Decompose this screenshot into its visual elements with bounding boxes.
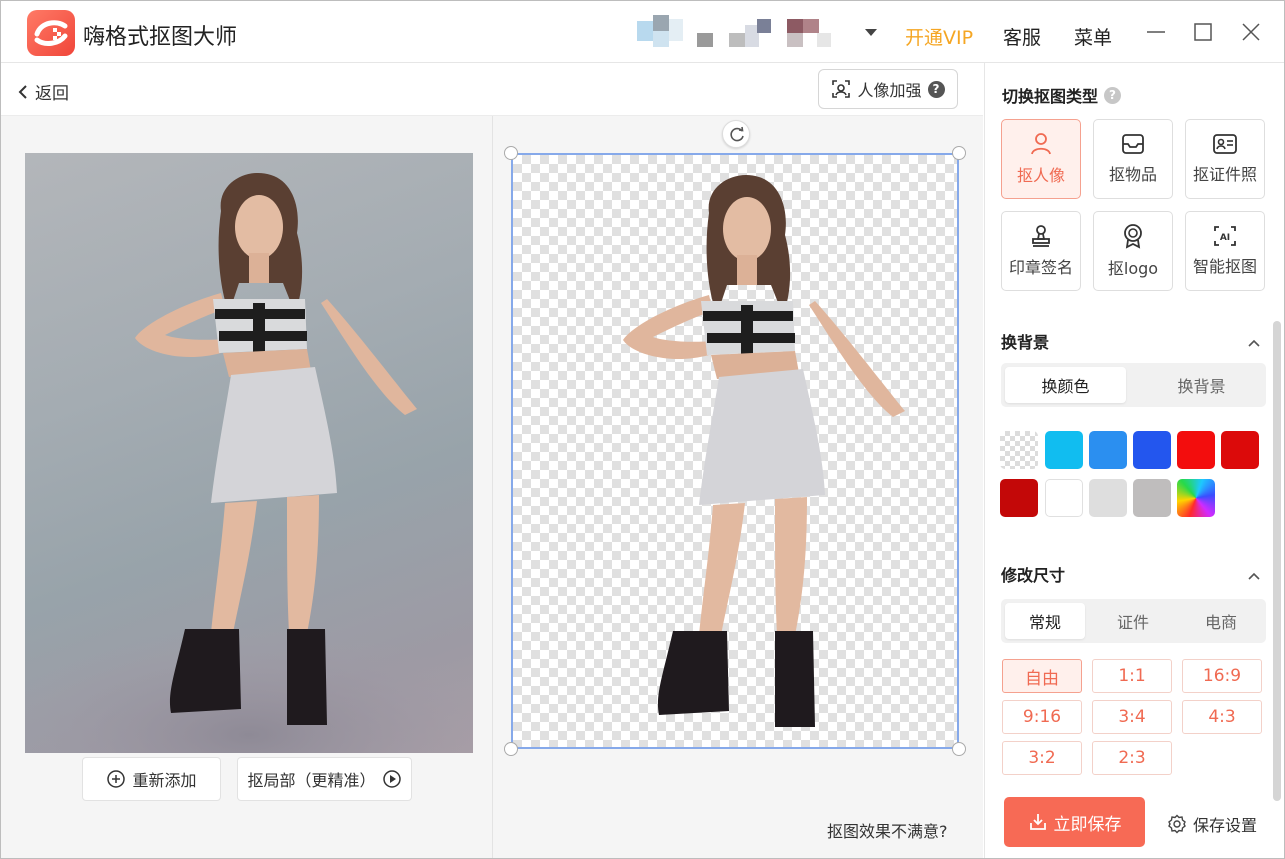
workspace-toolbar: 返回 人像加强 ?: [1, 63, 983, 116]
save-now-button[interactable]: 立即保存: [1004, 797, 1145, 847]
chevron-left-icon: [18, 84, 27, 99]
app-title: 嗨格式抠图大师: [83, 25, 238, 50]
type-label: 印章签名: [1008, 258, 1073, 277]
panel-divider: [492, 116, 493, 858]
resize-handle-top-right[interactable]: [952, 146, 966, 160]
re-add-button[interactable]: 重新添加: [82, 757, 221, 801]
resize-handle-bottom-right[interactable]: [952, 742, 966, 756]
resize-tabs: 常规 证件 电商: [1001, 599, 1266, 643]
swatch-gray[interactable]: [1133, 479, 1171, 517]
background-tabs: 换颜色 换背景: [1001, 363, 1266, 407]
unsatisfied-link[interactable]: 抠图效果不满意?: [827, 818, 948, 842]
plus-circle-icon: [107, 770, 126, 788]
type-label: 抠人像: [1016, 166, 1065, 185]
re-add-label: 重新添加: [132, 771, 197, 790]
tab-general[interactable]: 常规: [1005, 603, 1085, 639]
swatch-white[interactable]: [1045, 479, 1083, 517]
title-bar: 嗨格式抠图大师 开通VIP 客服 菜单: [1, 1, 1284, 63]
app-window: 嗨格式抠图大师 开通VIP 客服 菜单 返回 人像加强 ? 重新添加 抠局部（更…: [0, 0, 1285, 859]
ratio-16-9[interactable]: 16:9: [1182, 659, 1262, 693]
back-button[interactable]: 返回: [17, 79, 69, 104]
cutout-type-title: 切换抠图类型: [1002, 87, 1099, 106]
swatch-sky-blue[interactable]: [1045, 431, 1083, 469]
cutout-person-illustration: [623, 174, 905, 727]
partial-label: 抠局部（更精准）: [247, 771, 376, 790]
swatch-dark-red[interactable]: [1000, 479, 1038, 517]
original-person-illustration: [25, 172, 473, 753]
service-link[interactable]: 客服: [1003, 23, 1041, 50]
resize-handle-top-left[interactable]: [504, 146, 518, 160]
cutout-type-section: 切换抠图类型 ?: [1002, 83, 1122, 107]
maximize-icon[interactable]: [1190, 19, 1216, 45]
account-avatar-mosaic[interactable]: [637, 15, 851, 51]
swatch-transparent[interactable]: [1000, 431, 1038, 469]
type-label: 抠物品: [1108, 165, 1157, 184]
vip-link[interactable]: 开通VIP: [905, 23, 973, 50]
background-section-title: 换背景: [1001, 333, 1050, 352]
settings-sidebar: 切换抠图类型 ? 抠人像 抠物品 抠证件照 印章签名 抠logo AI 智能抠图…: [984, 63, 1284, 858]
swatch-light-gray[interactable]: [1089, 479, 1127, 517]
inbox-icon: [1122, 134, 1144, 154]
type-card-stamp[interactable]: 印章签名: [1001, 211, 1081, 291]
type-card-object[interactable]: 抠物品: [1093, 119, 1173, 199]
original-image: [25, 153, 473, 753]
type-label: 抠证件照: [1192, 165, 1257, 184]
id-card-icon: [1213, 134, 1237, 154]
type-label: 抠logo: [1107, 259, 1159, 278]
swatch-blue[interactable]: [1089, 431, 1127, 469]
save-settings-button[interactable]: 保存设置: [1167, 812, 1257, 836]
back-label: 返回: [35, 84, 69, 104]
save-label: 立即保存: [1053, 814, 1122, 835]
person-icon: [1031, 133, 1051, 155]
swatch-red[interactable]: [1177, 431, 1215, 469]
close-icon[interactable]: [1238, 19, 1264, 45]
account-dropdown-icon[interactable]: [865, 29, 877, 36]
ratio-3-2[interactable]: 3:2: [1002, 741, 1082, 775]
ratio-3-4[interactable]: 3:4: [1092, 700, 1172, 734]
ratio-1-1[interactable]: 1:1: [1092, 659, 1172, 693]
type-card-smart[interactable]: AI 智能抠图: [1185, 211, 1265, 291]
play-circle-icon: [382, 770, 401, 788]
swatch-custom-palette[interactable]: [1177, 479, 1215, 517]
swatch-crimson[interactable]: [1221, 431, 1259, 469]
tab-id[interactable]: 证件: [1093, 603, 1173, 639]
gear-icon: [1168, 814, 1186, 834]
rotate-icon[interactable]: [722, 120, 750, 148]
enhance-label: 人像加强: [857, 81, 922, 100]
type-card-id-photo[interactable]: 抠证件照: [1185, 119, 1265, 199]
portrait-enhance-button[interactable]: 人像加强 ?: [818, 69, 958, 109]
badge-icon: [1124, 224, 1142, 249]
chevron-up-icon[interactable]: [1247, 333, 1261, 347]
save-settings-label: 保存设置: [1193, 816, 1258, 835]
ratio-2-3[interactable]: 2:3: [1092, 741, 1172, 775]
type-card-logo[interactable]: 抠logo: [1093, 211, 1173, 291]
workspace: 返回 人像加强 ? 重新添加 抠局部（更精准） 抠图效果不满意?: [1, 63, 983, 858]
type-card-portrait[interactable]: 抠人像: [1001, 119, 1081, 199]
minimize-icon[interactable]: [1143, 19, 1169, 45]
help-icon[interactable]: ?: [1104, 86, 1122, 104]
cutout-preview[interactable]: [504, 146, 966, 756]
type-label: 智能抠图: [1192, 257, 1257, 276]
ratio-4-3[interactable]: 4:3: [1182, 700, 1262, 734]
stamp-icon: [1032, 225, 1050, 247]
svg-text:AI: AI: [1220, 233, 1230, 243]
chevron-up-icon[interactable]: [1247, 566, 1261, 580]
tab-change-color[interactable]: 换颜色: [1005, 367, 1126, 403]
swatch-royal-blue[interactable]: [1133, 431, 1171, 469]
download-icon: [1029, 814, 1046, 830]
partial-cutout-button[interactable]: 抠局部（更精准）: [237, 757, 412, 801]
ratio-9-16[interactable]: 9:16: [1002, 700, 1082, 734]
app-logo-icon: [27, 10, 75, 56]
sidebar-scrollbar[interactable]: [1273, 321, 1281, 801]
ratio-free[interactable]: 自由: [1002, 659, 1082, 693]
tab-change-background[interactable]: 换背景: [1141, 367, 1262, 403]
help-icon[interactable]: ?: [927, 80, 945, 98]
ai-icon: AI: [1214, 226, 1236, 246]
resize-section-title: 修改尺寸: [1001, 566, 1066, 585]
menu-link[interactable]: 菜单: [1074, 23, 1112, 50]
face-scan-icon: [832, 80, 851, 98]
tab-ecommerce[interactable]: 电商: [1181, 603, 1261, 639]
resize-handle-bottom-left[interactable]: [504, 742, 518, 756]
